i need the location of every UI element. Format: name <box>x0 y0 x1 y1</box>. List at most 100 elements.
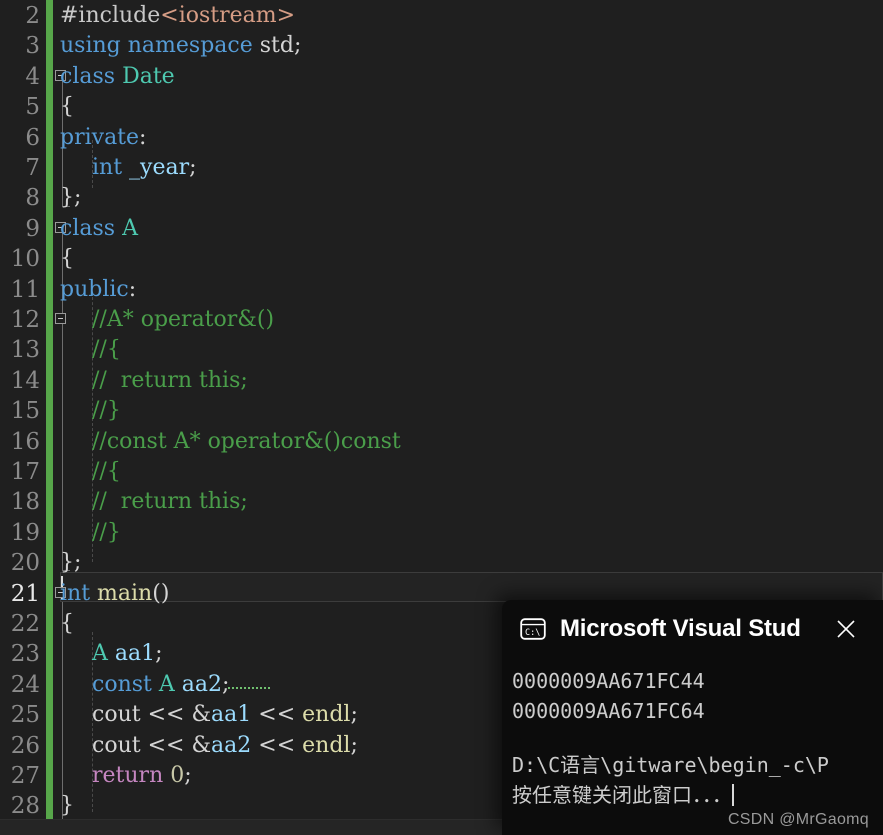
line-number-4: 4 <box>25 63 40 90</box>
code-line-text: class A <box>60 214 138 244</box>
console-line-3: D:\C语言\gitware\begin_-c\P <box>512 753 829 777</box>
token: //{ <box>92 459 121 484</box>
code-line-text: }; <box>60 548 81 578</box>
code-line-text: cout << &aa2 << endl; <box>92 731 358 761</box>
line-number-6: 6 <box>25 124 40 151</box>
token: int <box>92 155 123 180</box>
code-line-8[interactable]: }; <box>0 183 883 213</box>
line-number-27: 27 <box>10 763 40 789</box>
token: //} <box>92 519 121 545</box>
token: } <box>60 793 74 819</box>
token: 0 <box>170 763 185 788</box>
token: endl <box>302 702 351 728</box>
console-line-0: 0000009AA671FC44 <box>512 669 705 693</box>
token: <iostream> <box>160 3 296 28</box>
line-number-23: 23 <box>10 641 40 668</box>
code-line-16[interactable]: //const A* operator&()const <box>0 427 883 457</box>
token: ; <box>293 33 302 59</box>
code-line-5[interactable]: { <box>0 92 883 122</box>
code-line-18[interactable]: // return this; <box>0 487 883 517</box>
line-number-12: 12 <box>10 307 40 333</box>
line-number-20: 20 <box>10 550 40 577</box>
code-line-text: //} <box>92 396 121 426</box>
code-line-17[interactable]: //{ <box>0 457 883 487</box>
code-line-text: public: <box>60 275 136 305</box>
token: _year <box>129 155 190 180</box>
code-line-7[interactable]: int _year; <box>0 153 883 183</box>
code-line-15[interactable]: //} <box>0 396 883 426</box>
line-number-25: 25 <box>10 702 40 729</box>
line-number-10: 10 <box>10 246 40 273</box>
code-line-text: //{ <box>92 335 121 365</box>
code-line-text: using namespace std; <box>60 31 301 61</box>
line-number-9: 9 <box>25 215 40 242</box>
line-number-5: 5 <box>25 94 40 121</box>
code-line-text: int _year; <box>92 153 197 183</box>
token: endl <box>302 732 351 758</box>
code-line-10[interactable]: { <box>0 244 883 274</box>
line-number-19: 19 <box>10 519 40 546</box>
token: << <box>140 702 192 728</box>
code-line-text: //} <box>92 518 121 548</box>
console-caret <box>732 784 734 806</box>
close-icon[interactable] <box>835 618 857 640</box>
token: { <box>60 246 74 272</box>
token: namespace <box>127 33 253 59</box>
token: // return this; <box>92 367 248 393</box>
line-number-24: 24 <box>10 671 40 698</box>
token: aa1 <box>211 702 252 728</box>
code-line-text: //{ <box>92 457 121 487</box>
token: aa2 <box>181 671 222 697</box>
token: A <box>92 641 108 667</box>
code-line-14[interactable]: // return this; <box>0 366 883 396</box>
code-line-2[interactable]: #include<iostream> <box>0 1 883 31</box>
line-number-26: 26 <box>10 732 40 759</box>
line-number-22: 22 <box>10 611 40 637</box>
code-line-12[interactable]: //A* operator&() <box>0 305 883 335</box>
token: aa1 <box>114 641 156 667</box>
line-number-17: 17 <box>10 459 40 485</box>
code-line-text: { <box>60 609 74 639</box>
token: { <box>60 94 74 120</box>
token: }; <box>60 185 82 211</box>
code-line-text: // return this; <box>92 366 248 396</box>
watermark-text: CSDN @MrGaomq <box>727 811 869 828</box>
token: using <box>60 33 121 59</box>
code-line-20[interactable]: }; <box>0 548 883 578</box>
token: ; <box>350 702 358 728</box>
code-line-6[interactable]: private: <box>0 123 883 153</box>
code-line-11[interactable]: public: <box>0 275 883 305</box>
token: ; <box>184 763 192 788</box>
line-number-15: 15 <box>10 398 40 425</box>
token: //const A* operator&()const <box>92 428 401 454</box>
token: main <box>97 580 153 606</box>
console-line-4: 按任意键关闭此窗口．．． <box>512 783 734 807</box>
token: & <box>191 732 212 758</box>
code-line-4[interactable]: class Date <box>0 62 883 92</box>
token: // return this; <box>92 489 248 515</box>
console-window[interactable]: C:\ Microsoft Visual Stud 0000009AA671FC… <box>502 600 883 835</box>
code-line-text: private: <box>60 123 146 153</box>
line-number-11: 11 <box>10 276 40 303</box>
line-number-13: 13 <box>10 337 40 364</box>
code-line-19[interactable]: //} <box>0 518 883 548</box>
token: //} <box>92 398 121 424</box>
code-line-text: { <box>60 244 74 274</box>
token: return <box>92 763 164 788</box>
code-line-3[interactable]: using namespace std; <box>0 31 883 61</box>
code-line-9[interactable]: class A <box>0 214 883 244</box>
line-number-16: 16 <box>10 428 40 455</box>
line-number-18: 18 <box>10 489 40 516</box>
token: class <box>60 215 116 241</box>
console-output[interactable]: 0000009AA671FC44 0000009AA671FC64 D:\C语言\g… <box>502 658 883 810</box>
token: << <box>251 702 303 728</box>
code-line-text: A aa1; <box>92 639 163 669</box>
console-titlebar[interactable]: C:\ Microsoft Visual Stud <box>502 600 883 658</box>
code-line-text: cout << &aa1 << endl; <box>92 700 358 730</box>
svg-text:C:\: C:\ <box>525 628 540 638</box>
code-line-13[interactable]: //{ <box>0 335 883 365</box>
code-line-text: //const A* operator&()const <box>92 427 401 457</box>
